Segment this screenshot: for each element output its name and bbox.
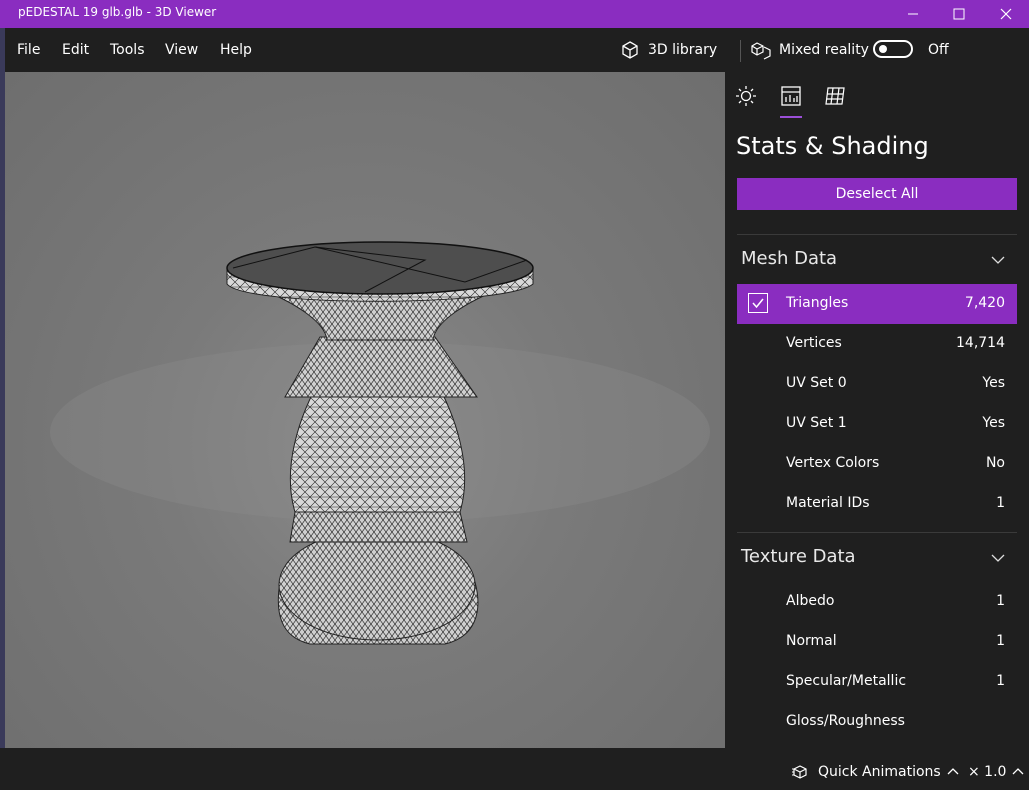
toggle-state-label: Off: [928, 42, 949, 58]
mesh-row-vertex-colors[interactable]: Vertex Colors No: [737, 444, 1017, 484]
mixed-reality-icon: [751, 42, 771, 60]
3d-library-label: 3D library: [648, 42, 718, 58]
chevron-down-icon[interactable]: [991, 253, 1005, 267]
quick-animations-button[interactable]: Quick Animations: [792, 764, 959, 780]
row-value: No: [985, 455, 1005, 471]
mesh-row-triangles[interactable]: Triangles 7,420: [737, 284, 1017, 324]
minimize-button[interactable]: [890, 0, 936, 28]
row-label: Vertices: [786, 335, 842, 351]
row-value: 1: [996, 593, 1005, 609]
section-divider: [737, 532, 1017, 533]
stats-icon: [781, 86, 801, 106]
texture-row-normal[interactable]: Normal 1: [737, 622, 1017, 662]
row-value: Yes: [982, 415, 1005, 431]
mesh-data-header[interactable]: Mesh Data: [741, 248, 837, 269]
menu-file[interactable]: File: [17, 42, 40, 58]
mixed-reality-toggle[interactable]: [873, 40, 913, 58]
window-title: pEDESTAL 19 glb.glb - 3D Viewer: [18, 5, 217, 19]
row-value: 1: [996, 495, 1005, 511]
title-bar: pEDESTAL 19 glb.glb - 3D Viewer: [0, 0, 1029, 28]
panel-title: Stats & Shading: [736, 132, 929, 160]
chevron-up-icon: [947, 768, 959, 775]
row-value: 1: [996, 673, 1005, 689]
menu-help[interactable]: Help: [220, 42, 252, 58]
toolbar-divider: [740, 40, 741, 62]
row-label: Albedo: [786, 593, 835, 609]
tab-stats[interactable]: [779, 84, 803, 108]
mesh-row-uv-set-0[interactable]: UV Set 0 Yes: [737, 364, 1017, 404]
animation-icon: [792, 765, 807, 779]
3d-viewport[interactable]: [5, 72, 725, 748]
row-label: Specular/Metallic: [786, 673, 907, 689]
row-label: UV Set 1: [786, 415, 847, 431]
maximize-button[interactable]: [936, 0, 982, 28]
row-label: Normal: [786, 633, 837, 649]
cube-icon: [622, 41, 638, 59]
stats-shading-panel: Stats & Shading Deselect All Mesh Data T…: [725, 72, 1029, 748]
mesh-row-material-ids[interactable]: Material IDs 1: [737, 484, 1017, 524]
grid-icon: [825, 87, 845, 105]
checkmark-icon: [752, 298, 764, 309]
row-value: 7,420: [964, 295, 1005, 311]
status-bar: Quick Animations × 1.0: [0, 748, 1029, 790]
texture-row-specular-metallic[interactable]: Specular/Metallic 1: [737, 662, 1017, 702]
texture-row-gloss-roughness[interactable]: Gloss/Roughness: [737, 702, 1017, 742]
chevron-up-icon: [1012, 768, 1024, 775]
texture-data-header[interactable]: Texture Data: [741, 546, 856, 567]
mixed-reality-label: Mixed reality: [779, 42, 869, 58]
tab-lighting[interactable]: [734, 84, 758, 108]
menu-view[interactable]: View: [165, 42, 198, 58]
tab-grid[interactable]: [823, 84, 847, 108]
pedestal-model: [50, 241, 710, 645]
speed-button[interactable]: × 1.0: [968, 764, 1024, 780]
menu-tools[interactable]: Tools: [110, 42, 145, 58]
row-value: 1: [996, 633, 1005, 649]
close-button[interactable]: [983, 0, 1029, 28]
speed-label: × 1.0: [968, 764, 1007, 780]
texture-row-albedo[interactable]: Albedo 1: [737, 582, 1017, 622]
row-label: Vertex Colors: [786, 455, 880, 471]
mesh-row-vertices[interactable]: Vertices 14,714: [737, 324, 1017, 364]
row-label: UV Set 0: [786, 375, 847, 391]
chevron-down-icon[interactable]: [991, 551, 1005, 565]
close-icon: [1000, 8, 1012, 20]
section-divider: [737, 234, 1017, 235]
checkbox[interactable]: [748, 293, 768, 313]
3d-library-button[interactable]: 3D library: [620, 38, 717, 62]
menu-edit[interactable]: Edit: [62, 42, 89, 58]
toggle-knob: [879, 45, 887, 53]
row-label: Triangles: [786, 295, 849, 311]
mesh-row-uv-set-1[interactable]: UV Set 1 Yes: [737, 404, 1017, 444]
menu-bar: File Edit Tools View Help 3D library Mix…: [5, 28, 1029, 72]
row-value: Yes: [982, 375, 1005, 391]
row-value: 14,714: [956, 335, 1005, 351]
active-tab-indicator: [780, 116, 802, 118]
maximize-icon: [953, 8, 965, 20]
deselect-all-button[interactable]: Deselect All: [737, 178, 1017, 210]
row-label: Material IDs: [786, 495, 870, 511]
quick-animations-label: Quick Animations: [818, 764, 941, 780]
mixed-reality-button[interactable]: Mixed reality: [751, 38, 869, 62]
minimize-icon: [908, 13, 918, 15]
sun-icon: [736, 86, 756, 106]
row-label: Gloss/Roughness: [786, 713, 905, 729]
